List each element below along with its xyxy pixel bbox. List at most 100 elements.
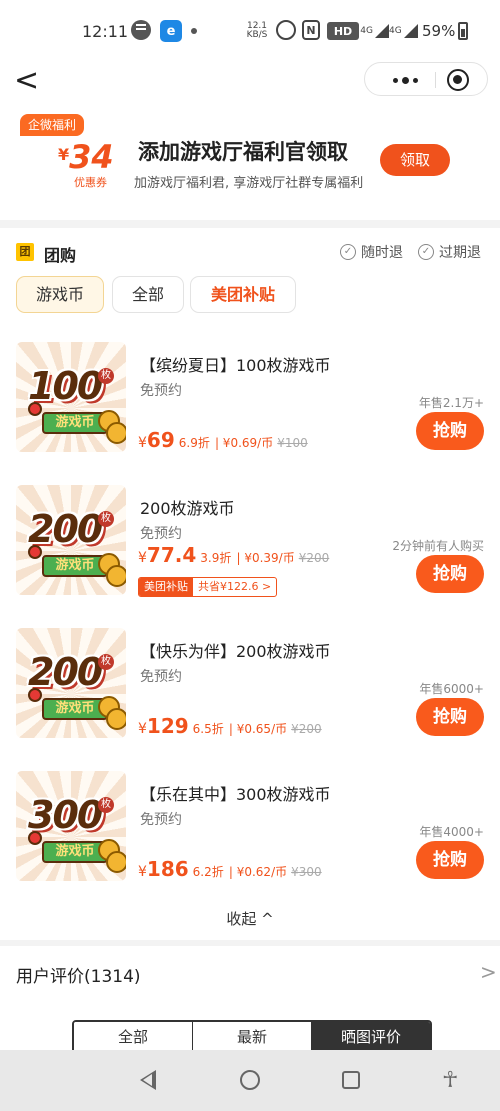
- system-nav-bar: ☥: [0, 1050, 500, 1111]
- price-currency: ¥: [138, 721, 147, 737]
- price-currency: ¥: [138, 864, 147, 880]
- deal-sales: 年售4000+: [419, 825, 484, 839]
- coupon-label: 优惠券: [74, 176, 107, 189]
- deal-thumbnail: 300 枚 游戏币: [16, 771, 126, 881]
- coin-icon: [106, 708, 126, 730]
- chevron-right-icon[interactable]: >: [480, 960, 497, 984]
- thumb-number: 200: [28, 507, 103, 551]
- category-tab-meituan-subsidy[interactable]: 美团补贴: [190, 276, 296, 313]
- deal-price: ¥77.4 3.9折 | ¥0.39/币 ¥200: [138, 543, 329, 567]
- deal-note: 免预约: [140, 526, 182, 542]
- review-tab-latest[interactable]: 最新: [193, 1022, 312, 1052]
- price-amount: 77.4: [146, 543, 197, 567]
- system-home-icon[interactable]: [240, 1070, 260, 1090]
- deal-price: ¥186 6.2折 | ¥0.62/币 ¥300: [138, 857, 322, 881]
- thumb-unit: 枚: [98, 797, 114, 813]
- thumb-number: 100: [28, 364, 103, 408]
- group-buy-icon: 团: [16, 243, 34, 261]
- refund-anytime-flag: ✓ 随时退: [340, 242, 403, 262]
- more-options-icon[interactable]: [383, 63, 427, 97]
- nav-bar: <: [0, 62, 500, 108]
- review-tab-all[interactable]: 全部: [74, 1022, 193, 1052]
- message-notification-icon: [131, 20, 151, 40]
- buy-button[interactable]: 抢购: [416, 841, 484, 879]
- buy-button[interactable]: 抢购: [416, 698, 484, 736]
- reviews-title[interactable]: 用户评价(1314): [16, 962, 141, 987]
- deal-title: 【乐在其中】300枚游戏币: [140, 785, 331, 804]
- deal-item[interactable]: 100 枚 游戏币 【缤纷夏日】100枚游戏币 免预约 ¥69 6.9折 | ¥0…: [0, 342, 500, 472]
- price-amount: 69: [146, 428, 175, 452]
- back-button[interactable]: <: [14, 66, 44, 100]
- joystick-icon: [28, 688, 42, 702]
- deal-thumbnail: 100 枚 游戏币: [16, 342, 126, 452]
- promo-subtitle: 加游戏厅福利君, 享游戏厅社群专属福利: [134, 176, 364, 191]
- price-amount: 129: [146, 714, 189, 738]
- deal-sales: 年售6000+: [419, 682, 484, 696]
- price-discount: 6.5折: [192, 722, 224, 736]
- category-tab-all[interactable]: 全部: [112, 276, 184, 313]
- deal-item[interactable]: 200 枚 游戏币 200枚游戏币 免预约 ¥77.4 3.9折 | ¥0.39/…: [0, 485, 500, 615]
- deal-title: 200枚游戏币: [140, 499, 235, 518]
- thumb-number: 300: [28, 793, 103, 837]
- joystick-icon: [28, 545, 42, 559]
- check-circle-icon: ✓: [340, 244, 356, 260]
- category-tab-game-coins[interactable]: 游戏币: [16, 276, 104, 313]
- original-price: ¥300: [291, 865, 322, 879]
- coupon-amount: ¥34: [58, 138, 114, 176]
- deal-note: 免预约: [140, 383, 182, 399]
- capsule-divider: [435, 72, 436, 88]
- promo-banner[interactable]: 企微福利 ¥34 优惠券 添加游戏厅福利官领取 加游戏厅福利君, 享游戏厅社群专…: [0, 108, 500, 220]
- battery-percent: 59%: [422, 22, 456, 40]
- coin-icon: [106, 565, 126, 587]
- original-price: ¥100: [277, 436, 308, 450]
- reviews-section: 用户评价(1314) > 全部 最新 晒图评价: [0, 946, 500, 1054]
- deal-note: 免预约: [140, 812, 182, 828]
- nfc-icon: N: [302, 20, 320, 40]
- system-back-icon[interactable]: [140, 1070, 156, 1090]
- deal-sales: 2分钟前有人购买: [392, 539, 484, 553]
- buy-button[interactable]: 抢购: [416, 555, 484, 593]
- signal-icon: 4G 4G: [360, 20, 418, 42]
- price-currency: ¥: [138, 435, 147, 451]
- unit-price: | ¥0.39/币: [236, 551, 295, 565]
- subsidy-badge[interactable]: 美团补贴 共省¥122.6 >: [138, 577, 278, 597]
- coupon-value: 34: [69, 138, 114, 176]
- deal-price: ¥129 6.5折 | ¥0.65/币 ¥200: [138, 714, 322, 738]
- promo-tag: 企微福利: [20, 114, 85, 136]
- group-buy-section: 团 团购 ✓ 随时退 ✓ 过期退 游戏币 全部 美团补贴 100 枚 游戏币 【…: [0, 228, 500, 940]
- price-currency: ¥: [138, 550, 147, 566]
- coupon-currency: ¥: [58, 145, 70, 164]
- coin-icon: [106, 851, 126, 873]
- thumb-unit: 枚: [98, 654, 114, 670]
- deal-item[interactable]: 200 枚 游戏币 【快乐为伴】200枚游戏币 免预约 ¥129 6.5折 | ¥…: [0, 628, 500, 758]
- joystick-icon: [28, 831, 42, 845]
- check-circle-icon: ✓: [418, 244, 434, 260]
- price-amount: 186: [146, 857, 189, 881]
- flag-label: 过期退: [439, 245, 481, 261]
- browser-app-icon: e: [160, 20, 182, 42]
- alarm-icon: [276, 20, 296, 40]
- thumb-number: 200: [28, 650, 103, 694]
- system-recents-icon[interactable]: [342, 1071, 360, 1089]
- review-tab-photos[interactable]: 晒图评价: [312, 1022, 430, 1052]
- close-target-icon[interactable]: [447, 69, 469, 91]
- flag-label: 随时退: [361, 245, 403, 261]
- joystick-icon: [28, 402, 42, 416]
- status-time: 12:11: [82, 22, 129, 41]
- coin-icon: [106, 422, 126, 444]
- accessibility-icon[interactable]: ☥: [442, 1068, 458, 1093]
- unit-price: | ¥0.62/币: [228, 865, 288, 879]
- thumb-unit: 枚: [98, 368, 114, 384]
- battery-icon: [458, 22, 468, 40]
- deal-price: ¥69 6.9折 | ¥0.69/币 ¥100: [138, 428, 308, 452]
- deal-item[interactable]: 300 枚 游戏币 【乐在其中】300枚游戏币 免预约 ¥186 6.2折 | ¥…: [0, 771, 500, 901]
- deal-thumbnail: 200 枚 游戏币: [16, 628, 126, 738]
- unit-price: | ¥0.65/币: [228, 722, 288, 736]
- deal-note: 免预约: [140, 669, 182, 685]
- claim-button[interactable]: 领取: [380, 144, 450, 176]
- buy-button[interactable]: 抢购: [416, 412, 484, 450]
- collapse-button[interactable]: 收起 ^: [0, 908, 500, 929]
- original-price: ¥200: [291, 722, 322, 736]
- review-filter-tabs: 全部 最新 晒图评价: [72, 1020, 432, 1054]
- deal-title: 【快乐为伴】200枚游戏币: [140, 642, 331, 661]
